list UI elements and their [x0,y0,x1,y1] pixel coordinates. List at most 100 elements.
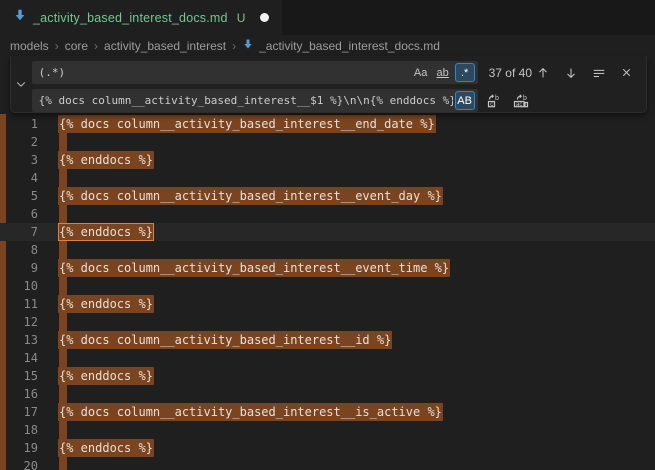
line-number: 6 [0,205,38,223]
breadcrumb-item-file[interactable]: _activity_based_interest_docs.md [242,38,440,53]
line-text[interactable]: {% docs column__activity_based_interest_… [58,403,443,421]
line-text[interactable]: {% docs column__activity_based_interest_… [58,187,443,205]
line-number: 18 [0,421,38,439]
line-text[interactable]: {% enddocs %} [58,151,154,169]
line-number: 3 [0,151,38,169]
line-number: 4 [0,169,38,187]
find-input[interactable]: (.*) Aa ab .* [32,61,478,84]
breadcrumb: models › core › activity_based_interest … [0,35,655,56]
unsaved-changes-dot[interactable] [260,13,269,22]
editor-line: 1 {% docs column__activity_based_interes… [0,115,655,133]
editor-line: 12 [0,313,655,331]
line-text[interactable]: {% enddocs %} [58,367,154,385]
previous-match-button[interactable] [532,62,553,83]
breadcrumb-item-core[interactable]: core [65,39,88,53]
line-text[interactable] [59,421,67,439]
line-number: 11 [0,295,38,313]
line-text[interactable]: {% enddocs %} [58,439,154,457]
find-replace-widget: (.*) Aa ab .* 37 of 40 [10,56,647,113]
line-number: 10 [0,277,38,295]
git-status-badge: U [237,11,246,25]
tab-filename: _activity_based_interest_docs.md [33,11,228,25]
markdown-file-icon [13,8,27,27]
replace-input-value: {% docs column__activity_based_interest_… [39,94,453,107]
line-number: 20 [0,457,38,470]
breadcrumb-separator: › [231,39,237,53]
line-text[interactable] [59,385,67,403]
line-text[interactable]: {% docs column__activity_based_interest_… [58,331,392,349]
editor-line: 5 {% docs column__activity_based_interes… [0,187,655,205]
match-count: 37 of 40 [489,66,532,80]
editor-line: 13 {% docs column__activity_based_intere… [0,331,655,349]
line-text[interactable]: {% enddocs %} [58,223,154,241]
regex-toggle[interactable]: .* [455,63,475,82]
replace-row: {% docs column__activity_based_interest_… [32,89,646,112]
line-text[interactable] [59,313,67,331]
line-number: 1 [0,115,38,133]
editor-line: 20 [0,457,655,470]
line-number: 17 [0,403,38,421]
close-find-widget-button[interactable] [616,62,637,83]
line-text[interactable] [59,457,67,470]
find-row: (.*) Aa ab .* 37 of 40 [32,61,646,84]
editor-line: 4 [0,169,655,187]
find-input-value: (.*) [39,66,409,79]
editor-line: 6 [0,205,655,223]
line-text[interactable]: {% docs column__activity_based_interest_… [58,259,450,277]
editor-line: 15 {% enddocs %} [0,367,655,385]
editor-lines: 1 {% docs column__activity_based_interes… [0,115,655,470]
breadcrumb-separator: › [54,39,60,53]
replace-button[interactable]: b c [484,90,505,111]
line-number: 14 [0,349,38,367]
match-case-toggle[interactable]: Aa [411,63,431,82]
editor-line: 3 {% enddocs %} [0,151,655,169]
editor-line: 9 {% docs column__activity_based_interes… [0,259,655,277]
line-number: 8 [0,241,38,259]
line-number: 7 [0,223,38,241]
editor-line: 11 {% enddocs %} [0,295,655,313]
line-number: 15 [0,367,38,385]
next-match-button[interactable] [560,62,581,83]
breadcrumb-item-activity-based-interest[interactable]: activity_based_interest [104,39,226,53]
editor-line: 17 {% docs column__activity_based_intere… [0,403,655,421]
editor-line: 19 {% enddocs %} [0,439,655,457]
breadcrumb-separator: › [93,39,99,53]
line-number: 5 [0,187,38,205]
editor-line: 2 [0,133,655,151]
editor-line: 16 [0,385,655,403]
line-text[interactable] [59,277,67,295]
line-number: 16 [0,385,38,403]
line-text[interactable] [59,241,67,259]
line-number: 9 [0,259,38,277]
line-number: 13 [0,331,38,349]
line-number: 19 [0,439,38,457]
whole-word-toggle[interactable]: ab [433,63,453,82]
preserve-case-toggle[interactable]: AB [455,91,475,110]
svg-text:c: c [490,101,493,107]
editor-line: 14 [0,349,655,367]
line-text[interactable] [59,169,67,187]
svg-text:ac: ac [516,101,522,107]
line-text[interactable]: {% docs column__activity_based_interest_… [58,115,436,133]
line-number: 12 [0,313,38,331]
markdown-file-icon [242,38,254,53]
editor-tab[interactable]: _activity_based_interest_docs.md U [0,0,282,35]
editor-line: 10 [0,277,655,295]
find-in-selection-button[interactable] [588,62,609,83]
line-text[interactable] [59,349,67,367]
editor-line: 18 [0,421,655,439]
editor-pane[interactable]: 1 {% docs column__activity_based_interes… [0,56,655,470]
replace-all-button[interactable]: b ac [511,90,532,111]
svg-text:b: b [495,95,499,102]
vscode-window: _activity_based_interest_docs.md U model… [0,0,655,470]
replace-input[interactable]: {% docs column__activity_based_interest_… [32,89,478,112]
line-number: 2 [0,133,38,151]
line-text[interactable]: {% enddocs %} [58,295,154,313]
line-text[interactable] [59,205,67,223]
toggle-replace-chevron-icon[interactable] [11,56,32,112]
editor-line: 8 [0,241,655,259]
breadcrumb-item-models[interactable]: models [10,39,49,53]
tab-bar: _activity_based_interest_docs.md U [0,0,655,35]
line-text[interactable] [59,133,67,151]
editor-line: 7 {% enddocs %} [0,223,655,241]
